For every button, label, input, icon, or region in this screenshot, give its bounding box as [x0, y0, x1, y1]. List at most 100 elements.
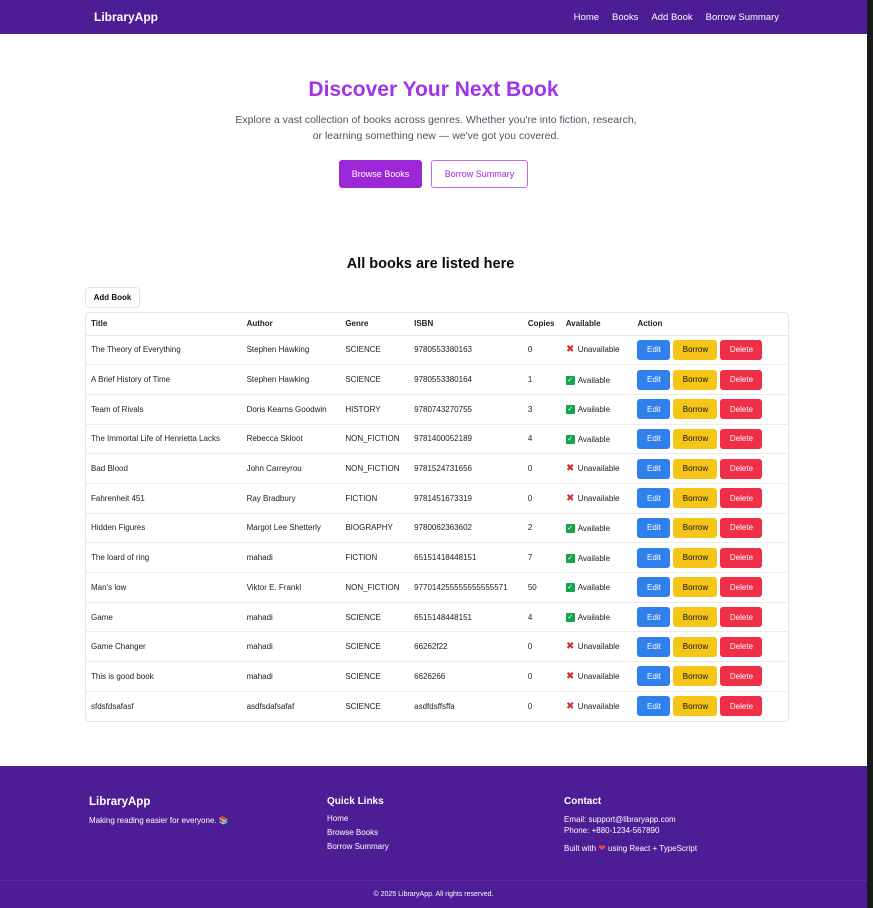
edit-button[interactable]: Edit [637, 339, 671, 360]
delete-button[interactable]: Delete [720, 339, 763, 360]
column-header-isbn[interactable]: ISBN [409, 313, 523, 336]
borrow-button[interactable]: Borrow [673, 547, 718, 568]
cell-isbn: 9781524731656 [409, 453, 523, 484]
nav-link-home[interactable]: Home [574, 12, 599, 23]
borrow-button[interactable]: Borrow [673, 517, 718, 538]
table-row: Game mahadi SCIENCE 6515148448151 4 ✓ Availabl… [86, 602, 788, 633]
delete-button[interactable]: Delete [720, 636, 763, 657]
footer-link-browse-books[interactable]: Browse Books [327, 826, 389, 840]
cell-genre: SCIENCE [340, 335, 410, 366]
cell-available: ✓ Available [560, 542, 633, 573]
borrow-button[interactable]: Borrow [673, 488, 718, 509]
borrow-summary-button[interactable]: Borrow Summary [431, 160, 528, 188]
footer-link-home[interactable]: Home [327, 812, 389, 826]
column-header-genre[interactable]: Genre [340, 313, 410, 336]
delete-button[interactable]: Delete [720, 458, 763, 479]
availability-status: ✖ Unavailable [566, 642, 620, 652]
row-actions: Edit Borrow Delete [637, 607, 788, 628]
delete-button[interactable]: Delete [720, 577, 763, 598]
column-header-available[interactable]: Available [560, 313, 633, 336]
cell-genre: FICTION [340, 542, 410, 573]
cell-author: Stephen Hawking [241, 335, 341, 366]
navbar: LibraryApp Home Books Add Book Borrow Su… [0, 0, 867, 34]
cell-isbn: 9780743270755 [409, 394, 523, 425]
cell-title: Fahrenheit 451 [86, 483, 242, 514]
delete-button[interactable]: Delete [720, 399, 763, 420]
cell-action: Edit Borrow Delete [632, 394, 788, 425]
edit-button[interactable]: Edit [637, 607, 671, 628]
nav-links: Home Books Add Book Borrow Summary [574, 12, 779, 23]
table-row: This is good book mahadi SCIENCE 6626266 0 ✖ U… [86, 661, 788, 692]
footer-tagline: Making reading easier for everyone. [89, 816, 217, 825]
borrow-button[interactable]: Borrow [673, 696, 718, 717]
delete-button[interactable]: Delete [720, 369, 763, 390]
edit-button[interactable]: Edit [637, 369, 671, 390]
delete-button[interactable]: Delete [720, 547, 763, 568]
borrow-button[interactable]: Borrow [673, 666, 718, 687]
cell-genre: SCIENCE [340, 364, 410, 395]
borrow-button[interactable]: Borrow [673, 399, 718, 420]
availability-label: Available [577, 375, 611, 385]
availability-status: ✓ Available [565, 405, 610, 415]
cell-title: Team of Rivals [86, 394, 242, 425]
edit-button[interactable]: Edit [637, 636, 671, 657]
borrow-button[interactable]: Borrow [673, 428, 718, 449]
heart-icon: ❤ [598, 843, 606, 853]
delete-button[interactable]: Delete [720, 517, 763, 538]
nav-link-add-book[interactable]: Add Book [651, 12, 692, 23]
cell-title: The Immortal Life of Henrietta Lacks [86, 424, 242, 455]
brand-logo[interactable]: LibraryApp [94, 10, 158, 24]
table-row: Game Changer mahadi SCIENCE 66262f22 0 ✖ Unava… [86, 631, 788, 663]
browse-books-button[interactable]: Browse Books [339, 160, 422, 188]
table-row: The loard of ring mahadi FICTION 6515141844… [86, 542, 788, 573]
edit-button[interactable]: Edit [637, 488, 671, 509]
cross-mark-icon: ✖ [566, 700, 575, 712]
check-box-icon: ✓ [565, 583, 575, 593]
contact-title: Contact [564, 796, 602, 807]
delete-button[interactable]: Delete [720, 488, 763, 509]
cell-action: Edit Borrow Delete [632, 453, 788, 484]
column-header-title[interactable]: Title [86, 313, 242, 336]
borrow-button[interactable]: Borrow [673, 577, 718, 598]
edit-button[interactable]: Edit [637, 458, 671, 479]
delete-button[interactable]: Delete [720, 607, 763, 628]
cell-isbn: 9780553380163 [409, 335, 523, 366]
borrow-button[interactable]: Borrow [673, 339, 718, 360]
borrow-button[interactable]: Borrow [673, 607, 718, 628]
cell-isbn: 6515148448151 [409, 602, 523, 633]
cell-author: Doris Kearns Goodwin [241, 394, 341, 425]
delete-button[interactable]: Delete [720, 666, 763, 687]
availability-label: Unavailable [577, 642, 620, 652]
edit-button[interactable]: Edit [637, 547, 671, 568]
borrow-button[interactable]: Borrow [673, 369, 718, 390]
nav-link-books[interactable]: Books [612, 12, 638, 23]
edit-button[interactable]: Edit [637, 428, 671, 449]
edit-button[interactable]: Edit [637, 399, 671, 420]
edit-button[interactable]: Edit [637, 696, 671, 717]
edit-button[interactable]: Edit [637, 517, 671, 538]
cell-isbn: 9781400052189 [409, 424, 523, 455]
edit-button[interactable]: Edit [637, 577, 671, 598]
column-header-action: Action [632, 313, 788, 336]
availability-status: ✖ Unavailable [566, 345, 620, 355]
add-book-button[interactable]: Add Book [85, 287, 140, 308]
cell-title: Game [86, 602, 242, 633]
table-row: The Immortal Life of Henrietta Lacks Rebe… [86, 424, 788, 455]
cell-available: ✓ Available [560, 572, 633, 603]
footer-link-borrow-summary[interactable]: Borrow Summary [327, 840, 389, 854]
edit-button[interactable]: Edit [637, 666, 671, 687]
borrow-button[interactable]: Borrow [673, 636, 718, 657]
cell-isbn: 9781451673319 [409, 483, 523, 514]
nav-link-borrow-summary[interactable]: Borrow Summary [706, 12, 779, 23]
cross-mark-icon: ✖ [566, 463, 575, 475]
row-actions: Edit Borrow Delete [637, 339, 788, 360]
cell-genre: SCIENCE [340, 631, 410, 663]
delete-button[interactable]: Delete [720, 696, 763, 717]
delete-button[interactable]: Delete [720, 428, 763, 449]
footer-about: LibraryApp Making reading easier for eve… [89, 796, 229, 826]
table-row: The Theory of Everything Stephen Hawking S… [86, 335, 788, 366]
footer-tagline-line: Making reading easier for everyone. 📚 [89, 815, 229, 826]
column-header-copies[interactable]: Copies [522, 313, 561, 336]
column-header-author[interactable]: Author [241, 313, 341, 336]
borrow-button[interactable]: Borrow [673, 458, 718, 479]
